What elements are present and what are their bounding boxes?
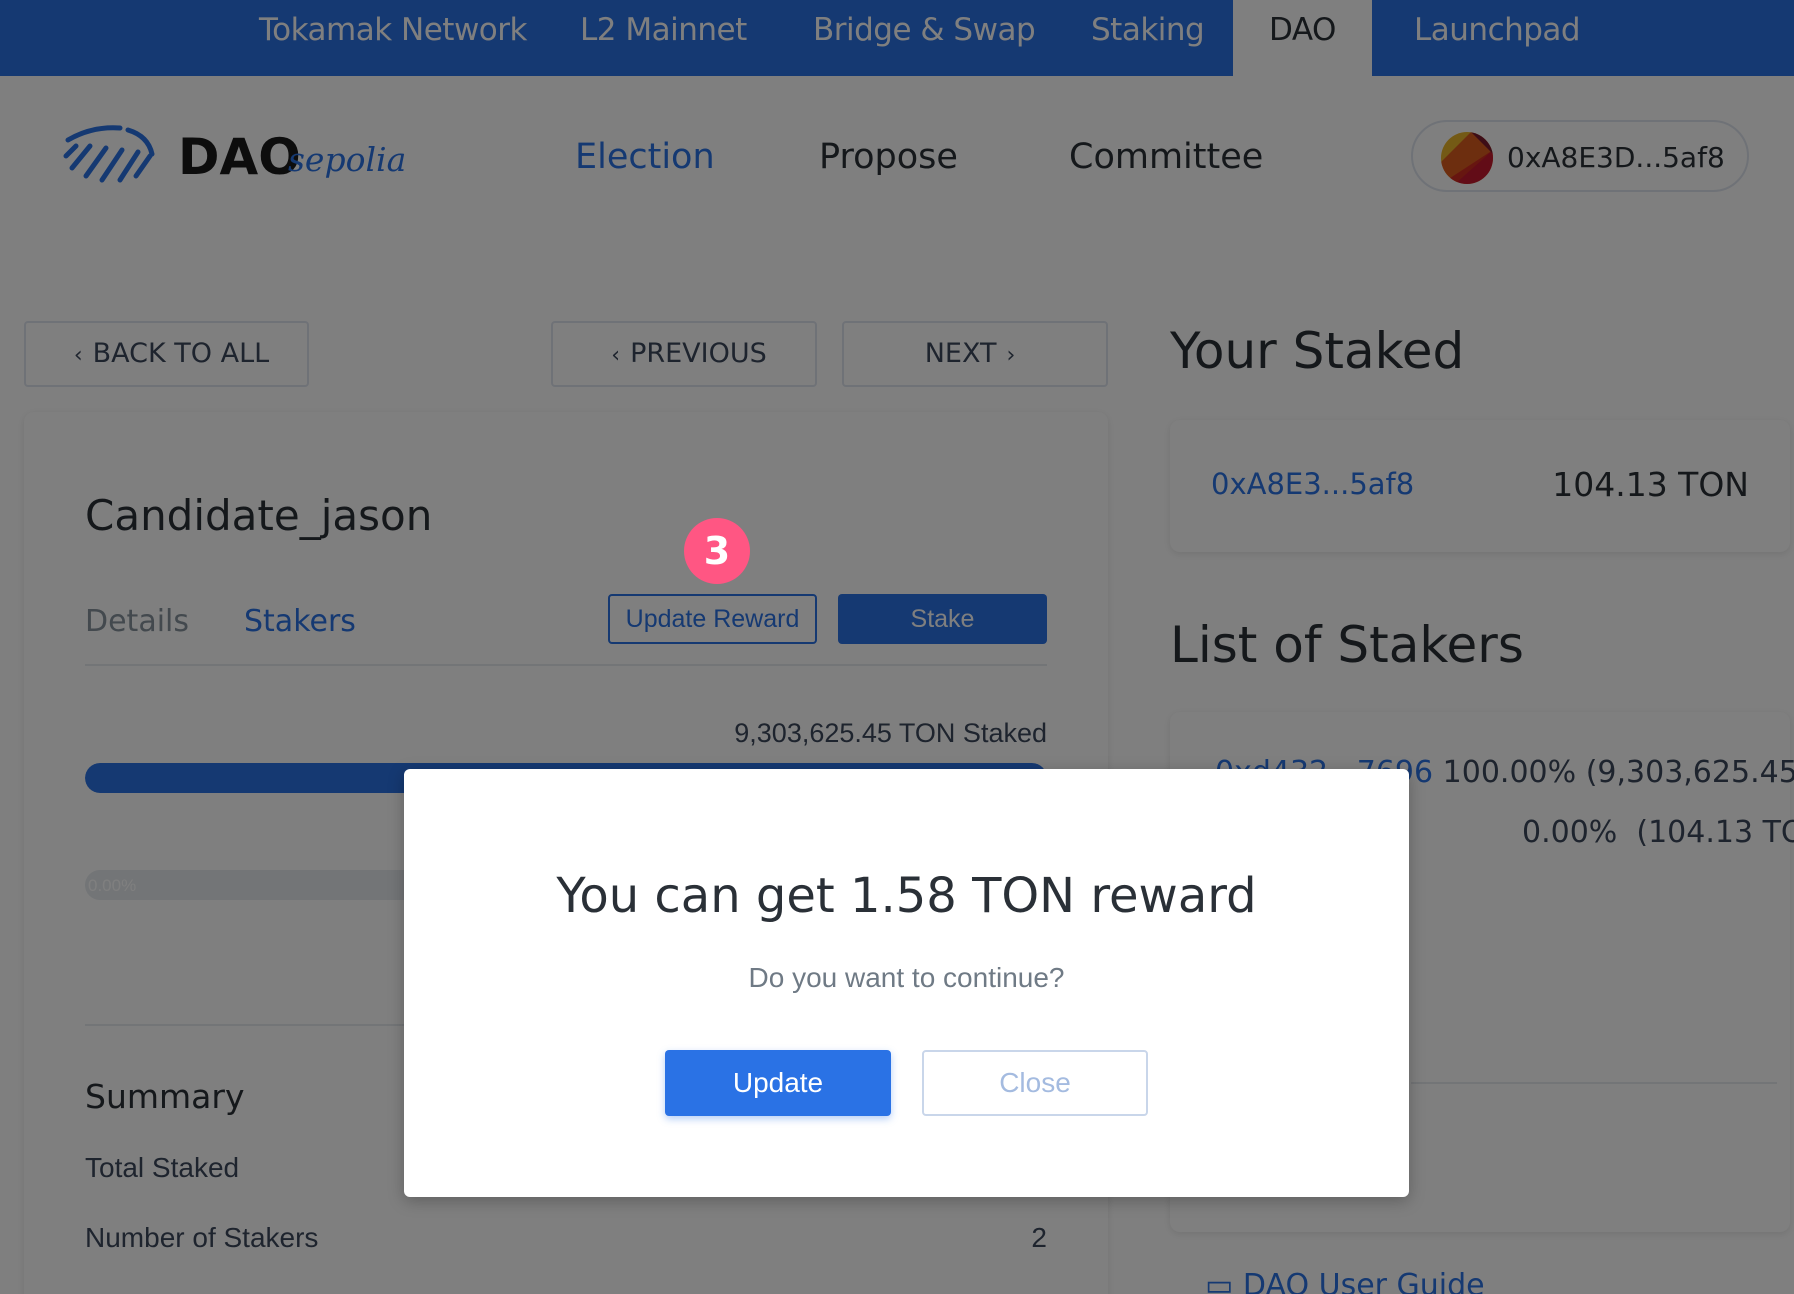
modal-close-button[interactable]: Close <box>922 1050 1148 1116</box>
step-number-badge: 3 <box>684 518 750 584</box>
modal-title: You can get 1.58 TON reward <box>556 868 1257 924</box>
reward-modal: You can get 1.58 TON reward Do you want … <box>404 769 1409 1197</box>
modal-subtitle: Do you want to continue? <box>748 962 1065 993</box>
modal-update-button[interactable]: Update <box>665 1050 891 1116</box>
